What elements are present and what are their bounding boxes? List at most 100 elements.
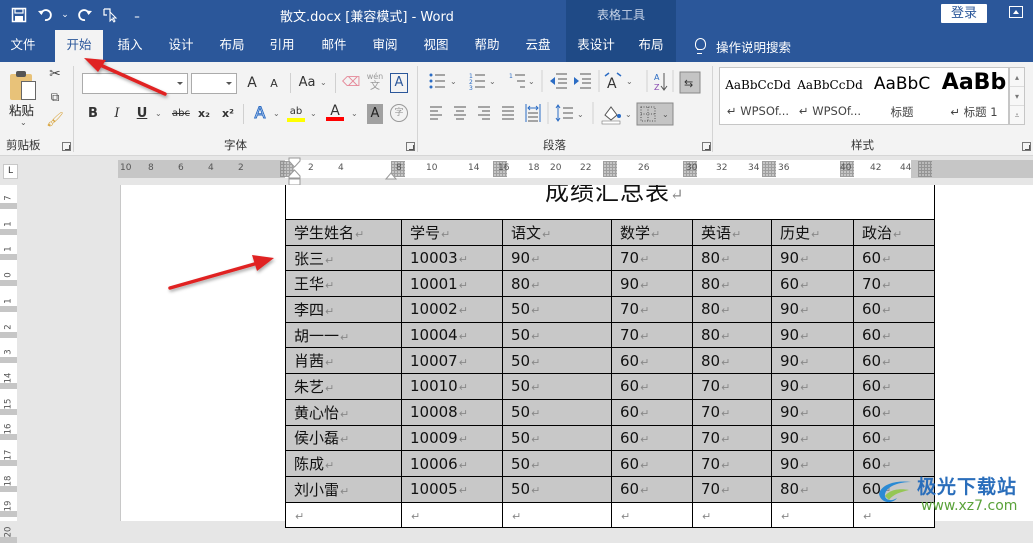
undo-icon[interactable] (34, 4, 56, 26)
tab-file[interactable]: 文件 (0, 30, 46, 62)
highlight-dropdown-icon[interactable]: ⌄ (310, 104, 317, 124)
table-cell[interactable]: 80↵ (692, 296, 772, 323)
table-cell[interactable]: 70↵ (692, 424, 772, 452)
table-cell[interactable]: 侯小磊↵ (285, 424, 402, 452)
tab-table-design[interactable]: 表设计 (566, 30, 626, 62)
tab-cloud[interactable]: 云盘 (515, 30, 561, 62)
table-cell[interactable]: 60↵ (853, 244, 935, 272)
table-cell[interactable]: 60↵ (771, 270, 854, 298)
paste-dropdown-icon[interactable]: ⌄ (20, 118, 27, 127)
scores-table[interactable]: 学生姓名↵ 学号↵ 语文↵ 数学↵ 英语↵ 历史↵ 政治↵ 张三↵ 10003↵ 90↵ 70↵ 80… (285, 219, 935, 529)
clear-formatting-icon[interactable]: ⌫ (342, 73, 360, 93)
table-cell[interactable]: 50↵ (502, 296, 612, 323)
justify-icon[interactable] (502, 106, 514, 120)
font-color-dropdown-icon[interactable]: ⌄ (351, 104, 358, 124)
table-cell[interactable]: 90↵ (771, 373, 854, 400)
decrease-indent-icon[interactable] (550, 73, 567, 89)
column-marker[interactable] (918, 161, 932, 177)
tab-view[interactable]: 视图 (413, 30, 459, 62)
chinese-layout-icon[interactable]: A ⌄ (604, 72, 633, 92)
table-cell[interactable]: 70↵ (611, 296, 693, 323)
table-cell[interactable]: 50↵ (502, 475, 612, 503)
table-cell[interactable]: 60↵ (611, 398, 693, 426)
table-cell[interactable]: 60↵ (611, 475, 693, 503)
tab-selector-icon[interactable]: L (3, 164, 18, 179)
table-cell[interactable]: 10008↵ (401, 398, 503, 426)
table-cell[interactable]: 数学↵ (611, 219, 693, 246)
clipboard-launcher-icon[interactable] (62, 142, 71, 151)
table-cell[interactable]: 李四↵ (285, 296, 402, 323)
table-cell[interactable]: 50↵ (502, 398, 612, 426)
table-cell[interactable]: 70↵ (692, 398, 772, 426)
table-cell[interactable]: 陈成↵ (285, 450, 402, 477)
table-cell[interactable]: 10006↵ (401, 450, 503, 477)
tab-help[interactable]: 帮助 (464, 30, 510, 62)
style-item[interactable]: AaBbC 标题 (866, 68, 938, 124)
style-item[interactable]: AaBbCcDd ↵ WPSOf... (722, 68, 794, 124)
tab-review[interactable]: 审阅 (362, 30, 408, 62)
table-cell[interactable]: 90↵ (771, 244, 854, 272)
table-cell[interactable]: 英语↵ (692, 219, 772, 246)
table-cell[interactable]: 80↵ (502, 270, 612, 298)
table-cell[interactable]: ↵ (285, 501, 402, 529)
table-cell[interactable]: ↵ (502, 501, 612, 529)
table-cell[interactable]: 60↵ (853, 424, 935, 452)
superscript-button[interactable]: x² (220, 104, 236, 124)
table-cell[interactable]: 60↵ (611, 450, 693, 477)
character-shading-button[interactable]: A (367, 104, 383, 124)
table-cell[interactable]: 60↵ (611, 347, 693, 375)
scroll-down-icon[interactable]: ▾ (1010, 87, 1024, 106)
tab-mailings[interactable]: 邮件 (311, 30, 357, 62)
table-cell[interactable]: 历史↵ (771, 219, 854, 246)
bullets-icon[interactable]: ⌄ (429, 73, 457, 89)
increase-indent-icon[interactable] (574, 73, 591, 89)
show-formatting-marks-icon[interactable]: ⇆ (679, 71, 701, 94)
table-cell[interactable]: 朱艺↵ (285, 373, 402, 400)
table-cell[interactable]: 80↵ (692, 244, 772, 272)
table-cell[interactable]: 学号↵ (401, 219, 503, 246)
table-cell[interactable]: ↵ (611, 501, 693, 529)
italic-button[interactable]: I (110, 104, 124, 124)
font-name-combo[interactable] (82, 73, 188, 94)
customize-qat-icon[interactable]: ₌ (126, 4, 148, 26)
table-cell[interactable]: 10010↵ (401, 373, 503, 400)
table-cell[interactable]: 70↵ (611, 321, 693, 349)
table-cell[interactable]: 90↵ (771, 321, 854, 349)
table-cell[interactable]: 50↵ (502, 424, 612, 452)
gallery-more-icon[interactable]: ⩡ (1010, 106, 1024, 125)
font-size-combo[interactable] (191, 73, 237, 94)
paste-button[interactable] (10, 70, 40, 100)
table-cell[interactable]: 80↵ (692, 270, 772, 298)
undo-dropdown-icon[interactable]: ⌄ (60, 4, 70, 26)
table-cell[interactable]: ↵ (771, 501, 854, 529)
align-left-icon[interactable] (430, 106, 442, 120)
cut-icon[interactable]: ✂ (46, 66, 64, 82)
login-button[interactable]: 登录 (941, 4, 987, 23)
table-cell[interactable]: 90↵ (771, 296, 854, 323)
table-cell[interactable]: 10002↵ (401, 296, 503, 323)
line-spacing-icon[interactable]: ⌄ (555, 104, 584, 122)
shrink-font-button[interactable]: A (266, 74, 282, 94)
paste-label[interactable]: 粘贴 (9, 100, 34, 119)
strikethrough-button[interactable]: abc (170, 104, 192, 124)
character-border-button[interactable]: A (390, 73, 408, 93)
horizontal-ruler[interactable]: 10 8 6 4 2 2 4 8 10 14 16 18 20 22 26 30 32 34 36 40 42 44 (118, 160, 1033, 178)
table-cell[interactable]: 60↵ (853, 398, 935, 426)
copy-icon[interactable]: ⧉ (46, 90, 64, 105)
column-marker[interactable] (762, 161, 776, 177)
table-cell[interactable]: 90↵ (771, 450, 854, 477)
align-right-icon[interactable] (478, 106, 490, 120)
tab-table-layout[interactable]: 布局 (626, 30, 676, 62)
distributed-icon[interactable] (525, 104, 541, 122)
table-cell[interactable]: 50↵ (502, 347, 612, 375)
table-cell[interactable]: ↵ (401, 501, 503, 529)
table-cell[interactable]: 60↵ (853, 373, 935, 400)
tab-layout[interactable]: 布局 (209, 30, 255, 62)
highlight-button[interactable]: ab (287, 102, 305, 122)
table-cell[interactable]: 90↵ (611, 270, 693, 298)
touch-mode-icon[interactable] (100, 4, 122, 26)
table-cell[interactable]: 90↵ (771, 347, 854, 375)
numbering-icon[interactable]: 123 ⌄ (469, 73, 496, 92)
ribbon-display-options-icon[interactable] (1009, 6, 1023, 18)
table-cell[interactable]: ↵ (692, 501, 772, 529)
